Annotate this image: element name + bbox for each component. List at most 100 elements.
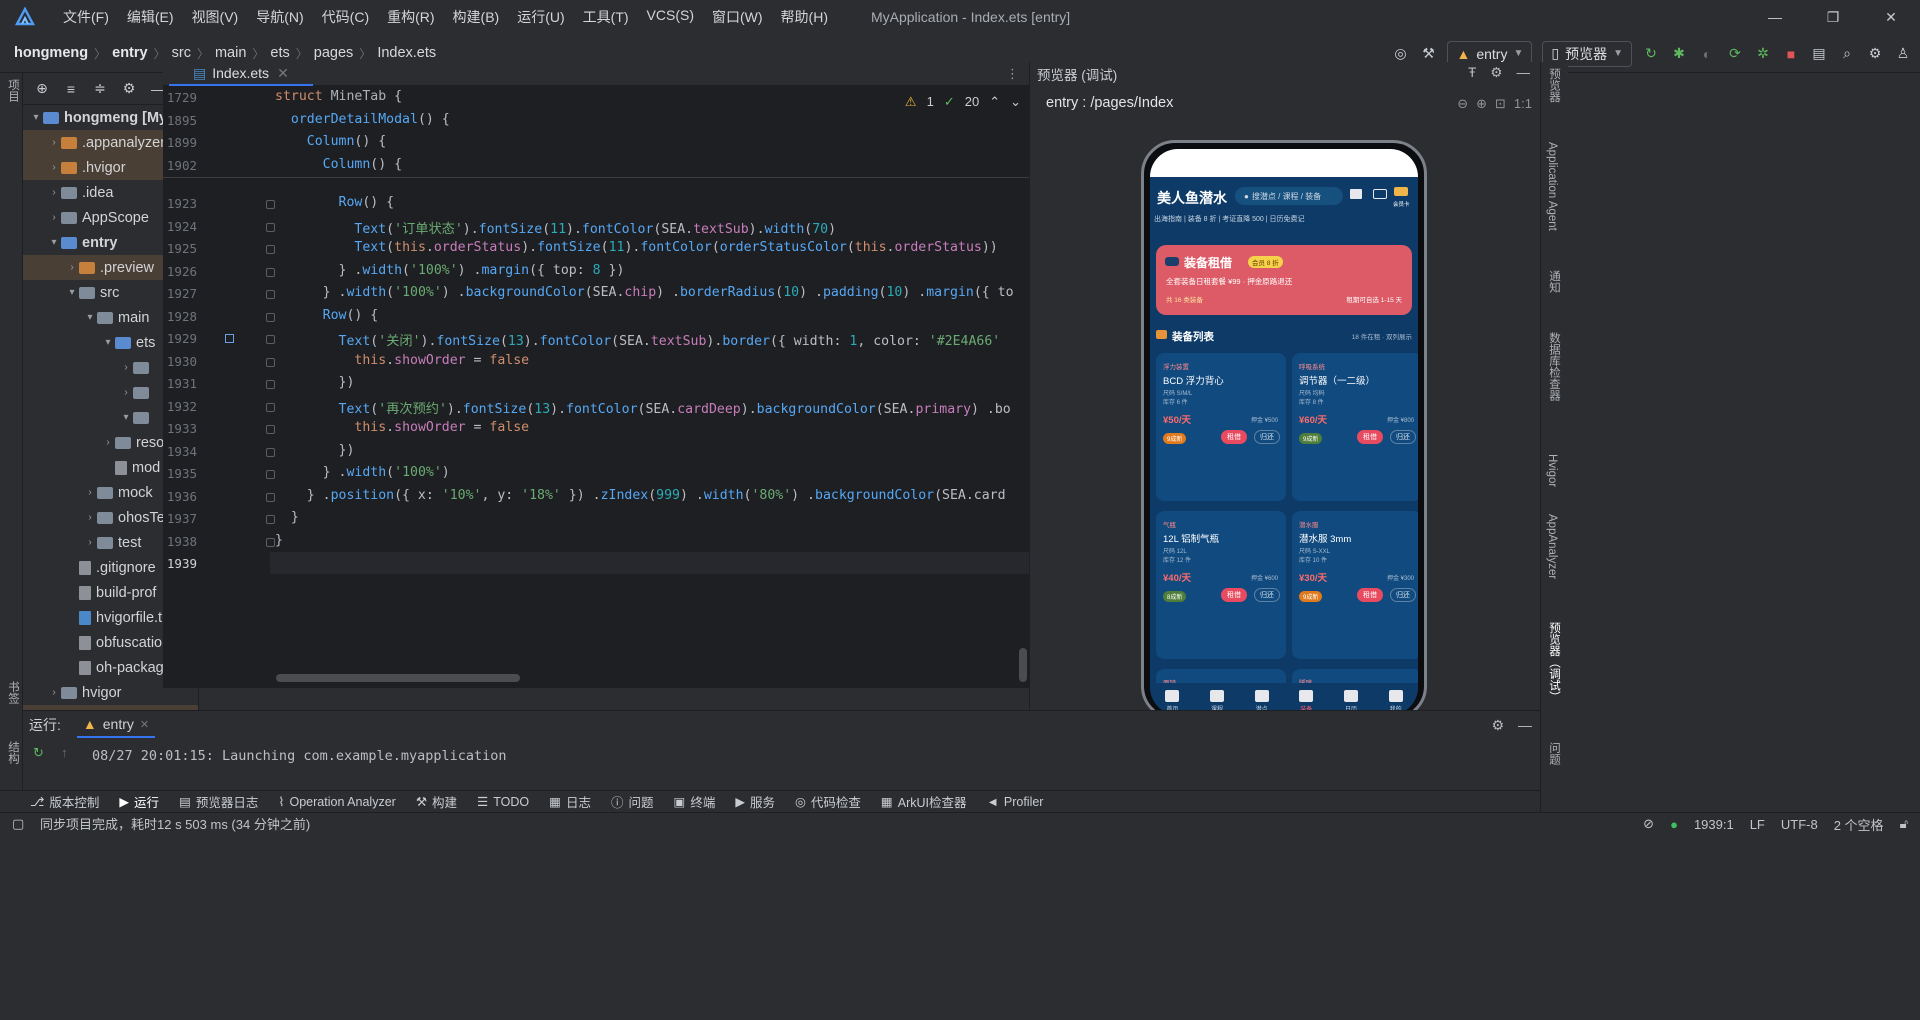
expand-arrow-icon[interactable]: ›: [47, 687, 61, 698]
expand-arrow-icon[interactable]: ▾: [29, 112, 43, 123]
fold-marker-icon[interactable]: [266, 222, 275, 232]
tool-window-button[interactable]: ▦ 日志: [549, 792, 591, 811]
device-screen[interactable]: 美人鱼潜水 ● 搜潜点 / 课程 / 装备 会员卡 出海指南 | 装备 8 折 …: [1150, 149, 1418, 710]
close-window-button[interactable]: ✕: [1862, 0, 1920, 34]
appanalyzer-tool-label[interactable]: AppAnalyzer: [1546, 514, 1558, 579]
breadcrumb-item[interactable]: entry: [112, 45, 147, 61]
tool-window-button[interactable]: ⓘ 问题: [611, 792, 654, 811]
member-card-icon[interactable]: [1394, 187, 1408, 196]
fold-marker-icon[interactable]: [266, 425, 275, 434]
hide-icon[interactable]: —: [1517, 65, 1531, 81]
fold-marker-icon[interactable]: [266, 515, 275, 524]
rent-button[interactable]: 租借: [1221, 430, 1247, 444]
apply-changes-icon[interactable]: ⟳: [1726, 45, 1744, 63]
app-tab[interactable]: 首页: [1165, 690, 1180, 710]
code-line[interactable]: } .width('100%') .backgroundColor(SEA.ch…: [275, 285, 1014, 300]
menu-item[interactable]: 重构(R): [378, 7, 443, 27]
scroll-up-icon[interactable]: ↑: [61, 745, 68, 760]
previewer-tool-label[interactable]: 预览器: [1546, 68, 1562, 103]
zoom-in-icon[interactable]: ⊕: [1476, 96, 1487, 112]
menu-item[interactable]: 文件(F): [54, 7, 118, 27]
code-line[interactable]: Text('再次预约').fontSize(13).fontColor(SEA.…: [275, 398, 1011, 417]
app-tab[interactable]: 课程: [1209, 690, 1224, 710]
fold-marker-icon[interactable]: [266, 267, 275, 277]
app-search-input[interactable]: ● 搜潜点 / 课程 / 装备: [1235, 187, 1343, 205]
rent-button[interactable]: 租借: [1357, 430, 1383, 444]
sticky-code-line[interactable]: Column() {: [275, 157, 402, 172]
fold-marker-icon[interactable]: [266, 380, 275, 389]
menu-item[interactable]: 导航(N): [247, 7, 312, 27]
code-line[interactable]: }): [275, 375, 355, 390]
collapse-all-icon[interactable]: ≑: [91, 80, 109, 98]
settings-icon[interactable]: ⚙: [1866, 45, 1884, 63]
structure-tool-label[interactable]: 结构: [5, 741, 21, 764]
file-encoding[interactable]: UTF-8: [1781, 817, 1818, 832]
fold-marker-icon[interactable]: [266, 357, 275, 367]
user-icon[interactable]: ♙: [1894, 45, 1912, 63]
fold-marker-icon[interactable]: [266, 470, 275, 479]
health-icon[interactable]: ●: [1670, 817, 1678, 832]
panel-toggle-icon[interactable]: ▢: [12, 816, 24, 832]
tool-window-button[interactable]: ☰ TODO: [477, 794, 529, 810]
expand-arrow-icon[interactable]: ▾: [83, 312, 97, 323]
menu-item[interactable]: 代码(C): [313, 7, 378, 27]
breakpoint-marker-icon[interactable]: [225, 334, 234, 343]
expand-all-icon[interactable]: ≡: [62, 80, 80, 98]
fold-marker-icon[interactable]: [266, 335, 275, 344]
equipment-card[interactable]: 浮力装置 BCD 浮力背心 尺码 S/M/L 库存 6 件 ¥50/天 押金 ¥500 9成…: [1156, 353, 1286, 501]
code-line[interactable]: }: [275, 510, 299, 525]
breadcrumb-item[interactable]: hongmeng: [14, 45, 88, 61]
gear-icon[interactable]: ⚙: [120, 80, 138, 98]
expand-arrow-icon[interactable]: ›: [65, 262, 79, 273]
rerun-icon[interactable]: ↻: [33, 745, 44, 761]
close-tab-icon[interactable]: ✕: [140, 718, 149, 731]
tool-window-button[interactable]: ⌇ Operation Analyzer: [278, 794, 395, 810]
expand-arrow-icon[interactable]: ›: [83, 537, 97, 548]
return-button[interactable]: 归还: [1254, 588, 1280, 602]
horizontal-scrollbar[interactable]: [276, 674, 520, 682]
equipment-card[interactable]: 呼吸系统 调节器（一二级） 尺码 均码 库存 8 件 ¥60/天 押金 ¥800 9成新 租借…: [1292, 353, 1418, 501]
caret-position[interactable]: 1939:1: [1694, 817, 1734, 832]
expand-arrow-icon[interactable]: ▾: [65, 287, 79, 298]
expand-arrow-icon[interactable]: ›: [47, 212, 61, 223]
target-icon[interactable]: ◎: [1391, 45, 1409, 63]
hammer-icon[interactable]: ⚒: [1419, 45, 1437, 63]
expand-arrow-icon[interactable]: ▾: [119, 412, 133, 423]
menu-item[interactable]: 帮助(H): [772, 7, 837, 27]
more-tabs-icon[interactable]: ⋮: [1006, 66, 1019, 82]
project-structure-icon[interactable]: ▤: [1810, 45, 1828, 63]
menu-item[interactable]: VCS(S): [638, 7, 703, 27]
project-tool-label[interactable]: 项目: [5, 79, 21, 102]
expand-arrow-icon[interactable]: ›: [101, 437, 115, 448]
run-tab-entry[interactable]: ▲ entry ✕: [76, 712, 156, 738]
code-line[interactable]: this.showOrder = false: [275, 420, 529, 435]
tool-window-button[interactable]: ◎ 代码检查: [795, 792, 861, 811]
tool-window-button[interactable]: ▶ 服务: [735, 792, 775, 811]
problems-tool-label[interactable]: 问题: [1546, 742, 1562, 765]
fold-marker-icon[interactable]: [266, 492, 275, 502]
tool-window-button[interactable]: ◄ Profiler: [987, 795, 1044, 809]
attach-debugger-icon[interactable]: ✲: [1754, 45, 1772, 63]
fold-marker-icon[interactable]: [266, 290, 275, 299]
code-line[interactable]: } .position({ x: '10%', y: '18%' }) .zIn…: [275, 488, 1006, 503]
fit-screen-icon[interactable]: ⊡: [1495, 96, 1506, 112]
breadcrumb-item[interactable]: pages: [314, 45, 354, 61]
menu-item[interactable]: 编辑(E): [118, 7, 183, 27]
lock-icon[interactable]: 🔓︎: [1900, 816, 1908, 832]
vertical-scrollbar[interactable]: [1019, 648, 1027, 682]
actual-size-icon[interactable]: 1:1: [1514, 96, 1532, 112]
previewer-debug-tool-label[interactable]: 预览器（调试）: [1546, 622, 1562, 703]
menu-item[interactable]: 运行(U): [508, 7, 573, 27]
fold-marker-icon[interactable]: [266, 402, 275, 412]
rent-button[interactable]: 租借: [1221, 588, 1247, 602]
tool-window-button[interactable]: ▦ ArkUI检查器: [881, 792, 967, 811]
app-quick-links[interactable]: 出海指南 | 装备 8 折 | 考证直降 500 | 日历免费记: [1154, 214, 1305, 224]
expand-arrow-icon[interactable]: ▾: [47, 237, 61, 248]
menu-item[interactable]: 工具(T): [574, 7, 638, 27]
fold-marker-icon[interactable]: [266, 447, 275, 457]
text-size-icon[interactable]: Ŧ: [1468, 65, 1476, 81]
expand-arrow-icon[interactable]: ›: [47, 187, 61, 198]
zoom-out-icon[interactable]: ⊖: [1457, 96, 1468, 112]
code-line[interactable]: } .width('100%') .margin({ top: 8 }): [275, 263, 625, 278]
editor-tab-index[interactable]: ▤ Index.ets ✕: [169, 62, 313, 86]
